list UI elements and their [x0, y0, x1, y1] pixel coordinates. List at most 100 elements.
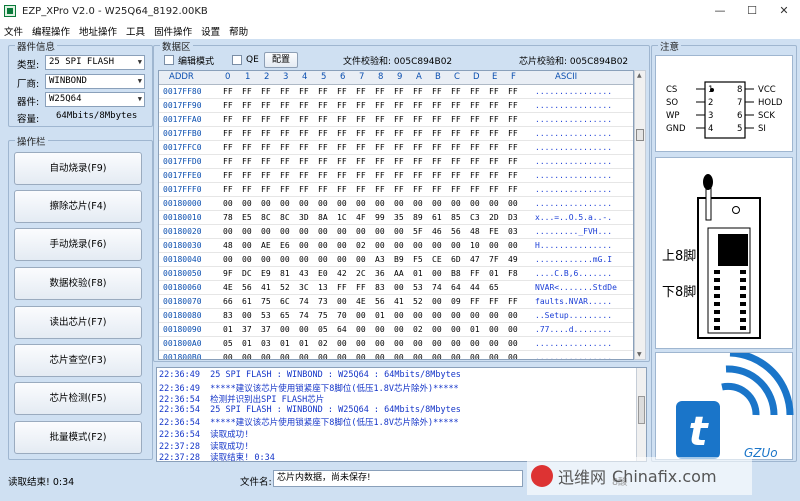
hex-cell[interactable]: 01 [299, 339, 309, 348]
table-row[interactable]: 00180030 48 00 AE E6 00 00 00 02 00 00 00 00 00 10 00 00… [159, 239, 633, 253]
hex-cell[interactable]: FF [394, 143, 404, 152]
hex-cell[interactable]: FF [242, 101, 252, 110]
hex-cell[interactable]: 44 [470, 283, 480, 292]
hex-cell[interactable]: 43 [299, 269, 309, 278]
hex-cell[interactable]: 8A [318, 213, 328, 222]
hex-cell[interactable]: FF [280, 185, 290, 194]
hex-cell[interactable]: FF [318, 87, 328, 96]
table-row[interactable]: 0017FF80 FF FF FF FF FF FF FF FF FF FF FF FF FF FF FF FF… [159, 85, 633, 99]
menu-address[interactable]: 地址操作 [79, 24, 117, 38]
hex-cell[interactable]: E6 [280, 241, 290, 250]
hex-cell[interactable]: FF [337, 143, 347, 152]
hex-cell[interactable]: 00 [375, 241, 385, 250]
table-row[interactable]: 00180090 01 37 37 00 00 05 64 00 00 00 02 00 00 01 00 00… [159, 323, 633, 337]
hex-cell[interactable]: FF [261, 129, 271, 138]
hex-cell[interactable]: FF [489, 297, 499, 306]
device-select[interactable]: W25Q64 ▼ [45, 92, 145, 107]
scroll-thumb[interactable] [636, 129, 644, 141]
hex-cell[interactable]: 65 [280, 311, 290, 320]
hex-cell[interactable]: 9F [223, 269, 233, 278]
hex-cell[interactable]: FF [432, 101, 442, 110]
hex-cell[interactable]: 4F [356, 213, 366, 222]
hex-cell[interactable]: FF [489, 185, 499, 194]
hex-cell[interactable]: 00 [432, 311, 442, 320]
hex-cell[interactable]: FF [299, 87, 309, 96]
hex-cell[interactable]: 00 [337, 339, 347, 348]
hex-cell[interactable]: 00 [432, 353, 442, 359]
hex-cell[interactable]: 00 [394, 339, 404, 348]
hex-cell[interactable]: 00 [356, 311, 366, 320]
menu-file[interactable]: 文件 [4, 24, 23, 38]
qe-toggle[interactable]: QE [232, 52, 259, 68]
hex-cell[interactable]: FF [223, 157, 233, 166]
hex-cell[interactable]: 00 [470, 353, 480, 359]
hex-cell[interactable]: 6C [280, 297, 290, 306]
hex-cell[interactable]: FF [413, 185, 423, 194]
hex-cell[interactable]: 00 [508, 353, 518, 359]
hex-cell[interactable]: 3D [299, 213, 309, 222]
hex-cell[interactable]: FF [470, 269, 480, 278]
hex-cell[interactable]: 36 [375, 269, 385, 278]
hex-cell[interactable]: FF [508, 87, 518, 96]
hex-cell[interactable]: 00 [337, 241, 347, 250]
hex-cell[interactable]: 75 [261, 297, 271, 306]
hex-cell[interactable]: 74 [299, 297, 309, 306]
hex-cell[interactable]: FF [280, 143, 290, 152]
hex-cell[interactable]: FF [394, 87, 404, 96]
hex-grid[interactable]: ADDR 0 1 2 3 4 5 6 7 8 9 A B C D E F ASCII 0017FF80 FF FF FF… [158, 70, 634, 360]
hex-cell[interactable]: F5 [413, 255, 423, 264]
table-row[interactable]: 0017FFF0 FF FF FF FF FF FF FF FF FF FF FF FF FF FF FF FF… [159, 183, 633, 197]
hex-cell[interactable]: FF [432, 129, 442, 138]
hex-cell[interactable]: 1C [337, 213, 347, 222]
hex-cell[interactable]: FF [413, 143, 423, 152]
table-row[interactable]: 001800A0 05 01 03 01 01 02 00 00 00 00 00 00 00 00 00 00… [159, 337, 633, 351]
hex-cell[interactable]: 42 [337, 269, 347, 278]
hex-cell[interactable]: FF [394, 101, 404, 110]
hex-cell[interactable]: FF [337, 101, 347, 110]
hex-cell[interactable]: FF [470, 157, 480, 166]
hex-cell[interactable]: 37 [261, 325, 271, 334]
hex-cell[interactable]: FF [261, 143, 271, 152]
hex-cell[interactable]: FF [489, 143, 499, 152]
hex-cell[interactable]: FF [375, 185, 385, 194]
hex-cell[interactable]: FF [299, 171, 309, 180]
hex-cell[interactable]: 00 [356, 353, 366, 359]
hex-cell[interactable]: 52 [413, 297, 423, 306]
table-row[interactable]: 001800B0 00 00 00 00 00 00 00 00 00 00 00 00 00 00 00 00… [159, 351, 633, 359]
hex-cell[interactable]: 64 [337, 325, 347, 334]
hex-cell[interactable]: 00 [394, 325, 404, 334]
hex-cell[interactable]: E5 [242, 213, 252, 222]
hex-cell[interactable]: FF [337, 115, 347, 124]
hex-cell[interactable]: 00 [451, 241, 461, 250]
hex-cell[interactable]: FF [470, 129, 480, 138]
hex-cell[interactable]: FF [356, 157, 366, 166]
hex-cell[interactable]: FF [337, 185, 347, 194]
hex-cell[interactable]: D3 [508, 213, 518, 222]
hex-cell[interactable]: 00 [261, 227, 271, 236]
hex-cell[interactable]: FF [280, 129, 290, 138]
vendor-select[interactable]: WINBOND ▼ [45, 74, 145, 89]
hex-cell[interactable]: 00 [489, 311, 499, 320]
hex-cell[interactable]: FF [337, 87, 347, 96]
hex-cell[interactable]: AA [394, 269, 404, 278]
minimize-button[interactable]: — [704, 0, 736, 22]
hex-cell[interactable]: FF [223, 185, 233, 194]
hex-cell[interactable]: FF [451, 185, 461, 194]
hex-cell[interactable]: 05 [318, 325, 328, 334]
hex-cell[interactable]: FF [242, 157, 252, 166]
hex-cell[interactable]: FF [451, 129, 461, 138]
hex-cell[interactable]: 00 [337, 199, 347, 208]
hex-cell[interactable]: 48 [470, 227, 480, 236]
hex-cell[interactable]: 00 [432, 339, 442, 348]
hex-cell[interactable]: 00 [261, 353, 271, 359]
hex-cell[interactable]: 00 [394, 199, 404, 208]
hex-cell[interactable]: 00 [451, 339, 461, 348]
hex-cell[interactable]: FF [280, 171, 290, 180]
hex-cell[interactable]: 00 [508, 199, 518, 208]
hex-cell[interactable]: 01 [470, 325, 480, 334]
hex-cell[interactable]: 64 [451, 283, 461, 292]
hex-cell[interactable]: 00 [318, 353, 328, 359]
hex-cell[interactable]: FF [356, 283, 366, 292]
hex-cell[interactable]: 00 [451, 353, 461, 359]
hex-cell[interactable]: B9 [394, 255, 404, 264]
